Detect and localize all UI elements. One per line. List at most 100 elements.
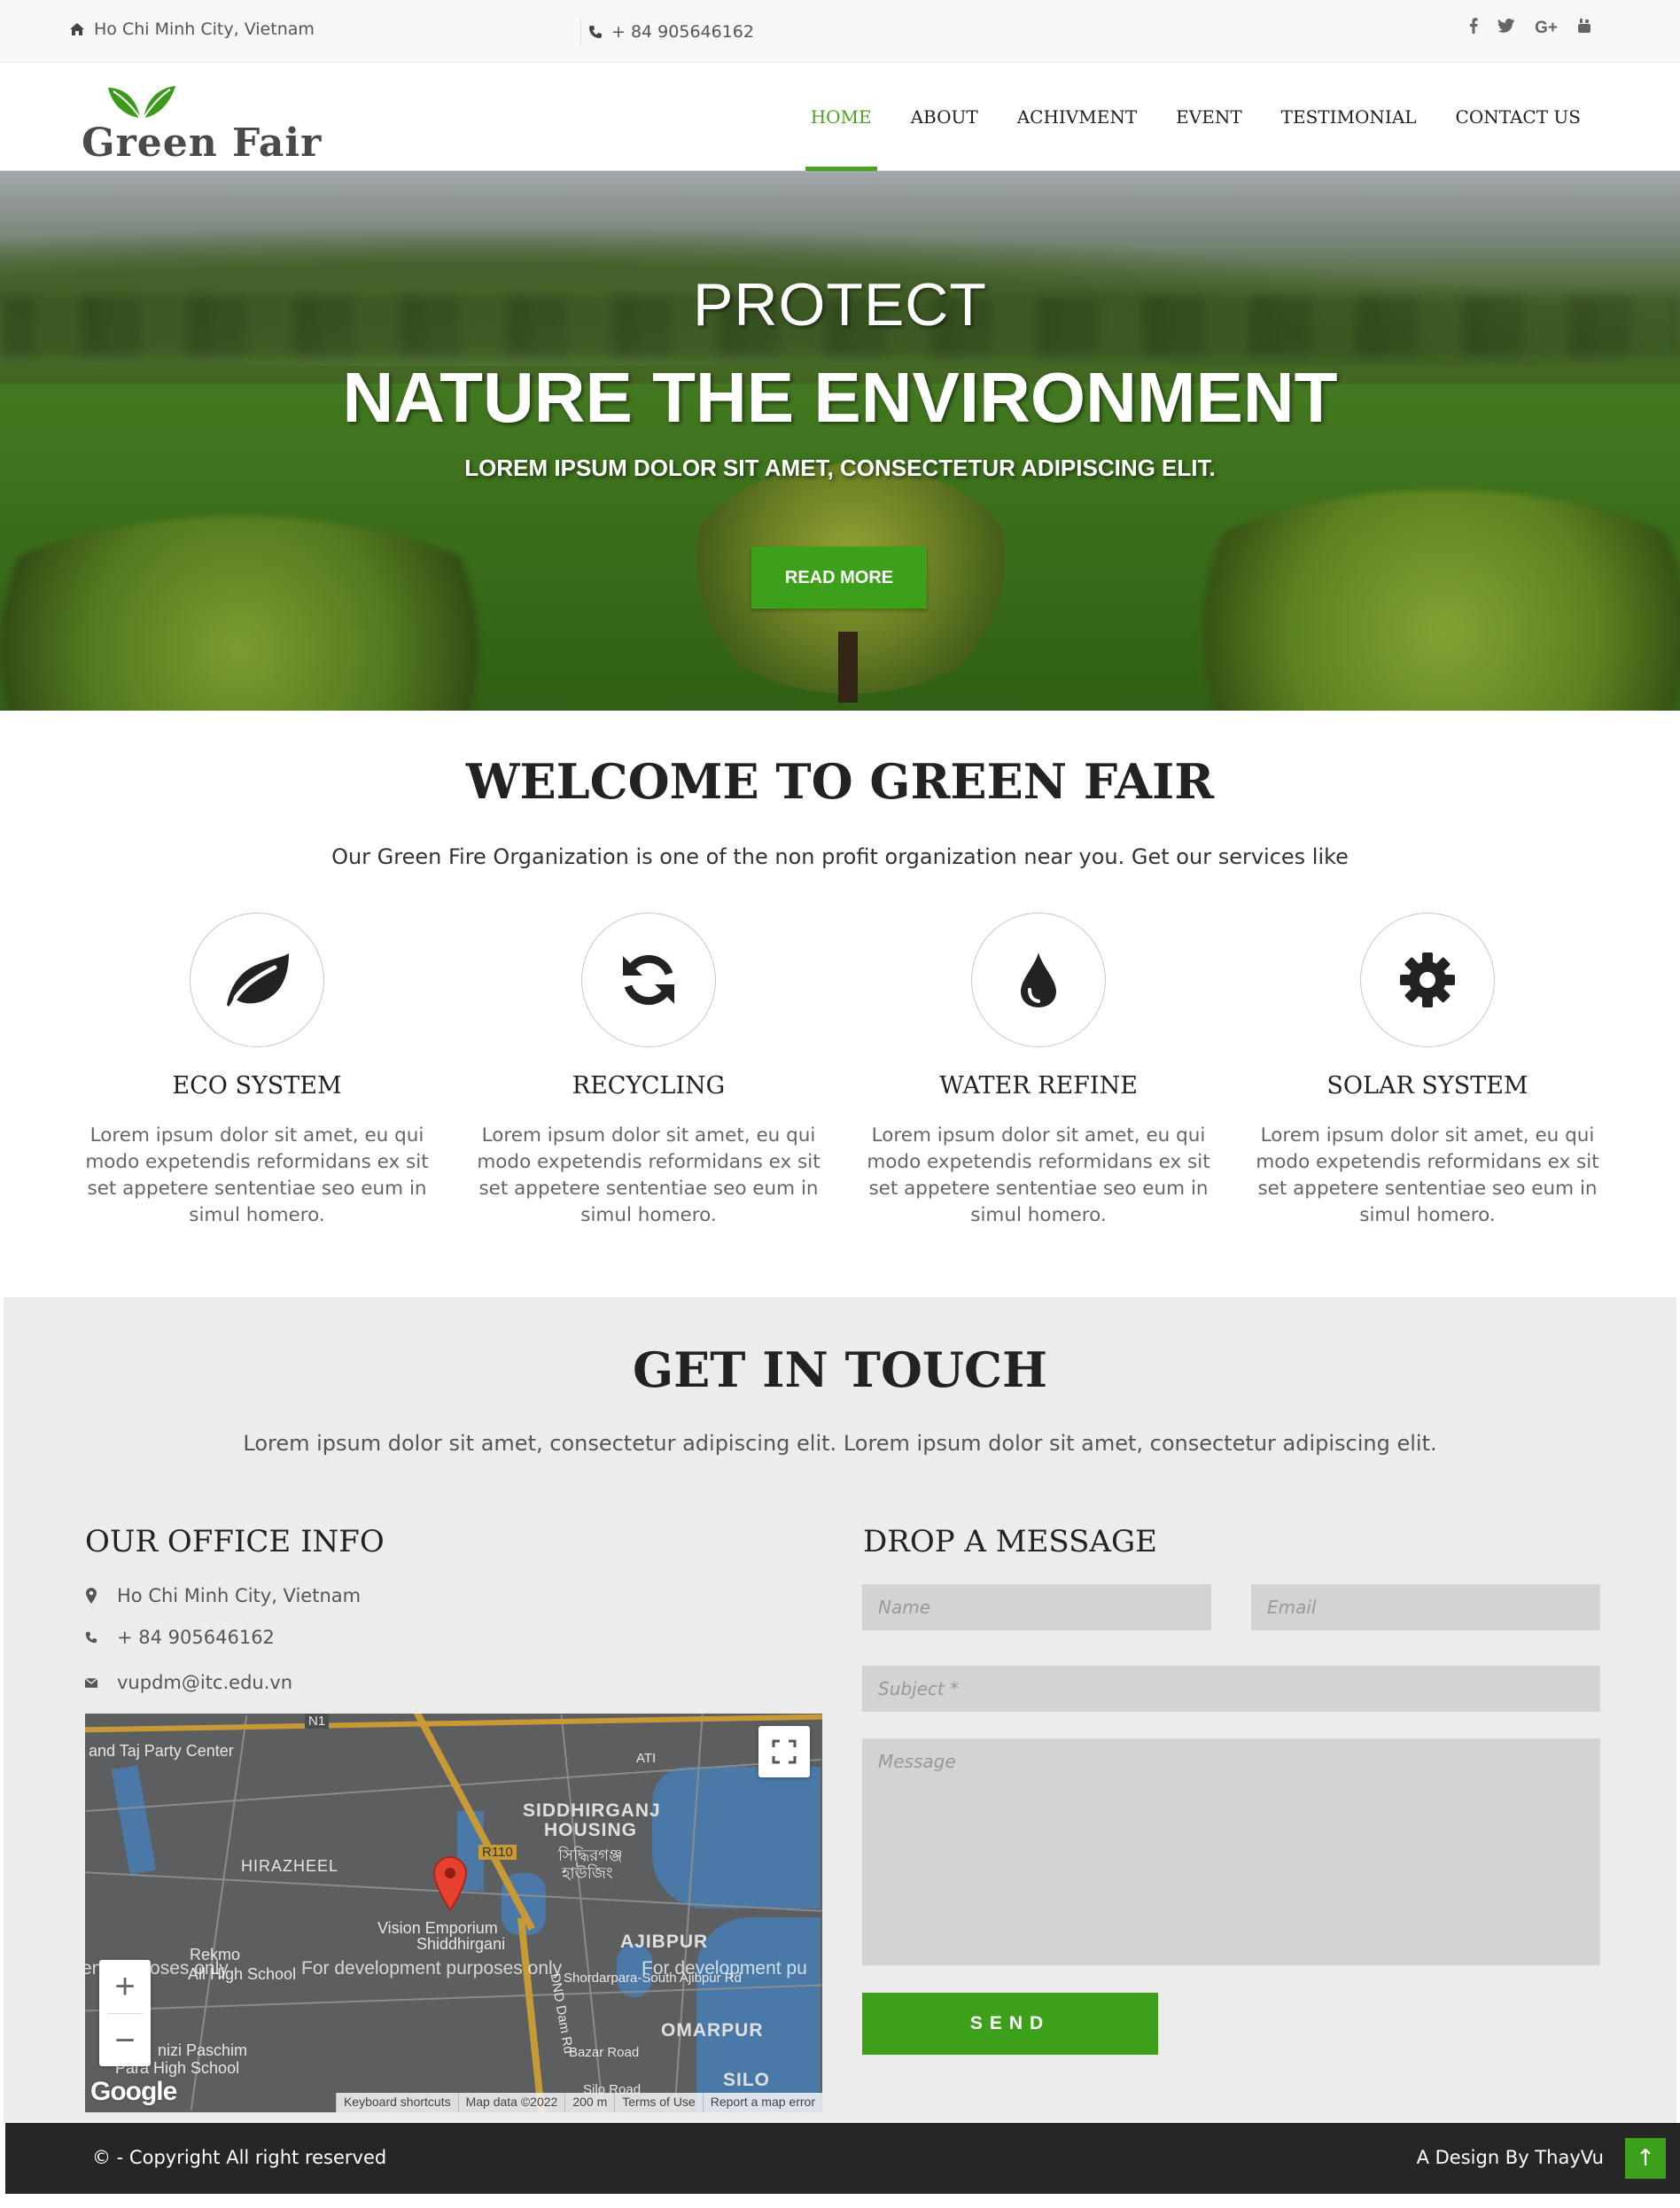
home-icon xyxy=(69,22,85,36)
report-error-link[interactable]: Report a map error xyxy=(702,2093,822,2112)
map-label: nizi Paschim xyxy=(158,2041,248,2059)
hero-subtitle: LOREM IPSUM DOLOR SIT AMET, CONSECTETUR … xyxy=(464,455,1216,481)
service-recycling: RECYCLING Lorem ipsum dolor sit amet, eu… xyxy=(463,913,835,1229)
copyright-text: © - Copyright All right reserved xyxy=(92,2147,387,2168)
service-water-refine: WATER REFINE Lorem ipsum dolor sit amet,… xyxy=(852,913,1225,1229)
zoom-controls: + − xyxy=(99,1960,151,2066)
service-title: RECYCLING xyxy=(572,1072,726,1100)
zoom-in-button[interactable]: + xyxy=(99,1960,151,2013)
welcome-description: Our Green Fire Organization is one of th… xyxy=(331,844,1349,869)
map-label: R110 xyxy=(478,1845,517,1860)
nav-about[interactable]: ABOUT xyxy=(891,63,998,171)
service-text: Lorem ipsum dolor sit amet, eu qui modo … xyxy=(85,1124,429,1226)
back-to-top-button[interactable]: ↑ xyxy=(1625,2138,1666,2179)
map-pin-icon[interactable] xyxy=(432,1855,468,1916)
phone-icon xyxy=(588,25,603,39)
office-email: vupdm@itc.edu.vn xyxy=(85,1672,292,1693)
subject-field[interactable]: Subject * xyxy=(862,1666,1600,1712)
leaf-icon xyxy=(227,953,289,1007)
nav-contact-us[interactable]: CONTACT US xyxy=(1436,63,1600,171)
service-title: WATER REFINE xyxy=(939,1072,1138,1100)
read-more-button[interactable]: READ MORE xyxy=(751,547,927,609)
hero-title-small: PROTECT xyxy=(693,271,987,338)
welcome-title: WELCOME TO GREEN FAIR xyxy=(465,753,1215,810)
map-label: AJIBPUR xyxy=(620,1932,709,1952)
main-nav: HOME ABOUT ACHIVMENT EVENT TESTIMONIAL C… xyxy=(791,63,1600,171)
fullscreen-button[interactable] xyxy=(758,1726,810,1777)
refresh-icon xyxy=(623,954,674,1006)
map-data-text: Map data ©2022 xyxy=(457,2093,565,2112)
top-phone-text: + 84 905646162 xyxy=(611,22,754,42)
water-drop-icon xyxy=(1021,952,1056,1007)
map-label: and Taj Party Center xyxy=(89,1742,234,1760)
footer: © - Copyright All right reserved A Desig… xyxy=(5,2123,1680,2194)
drop-message-title: DROP A MESSAGE xyxy=(863,1524,1157,1559)
map-label: SILO xyxy=(723,2070,771,2090)
top-bar: Ho Chi Minh City, Vietnam + 84 905646162… xyxy=(0,0,1680,63)
map-marker-icon xyxy=(85,1588,97,1604)
gear-icon xyxy=(1400,952,1455,1007)
map-label: HOUSING xyxy=(544,1820,638,1840)
office-address-text: Ho Chi Minh City, Vietnam xyxy=(117,1585,362,1606)
google-logo: Google xyxy=(90,2077,177,2106)
service-icon-circle[interactable] xyxy=(190,913,324,1047)
services: ECO SYSTEM Lorem ipsum dolor sit amet, e… xyxy=(71,913,1630,1249)
nav-testimonial[interactable]: TESTIMONIAL xyxy=(1262,63,1436,171)
contact-title: GET IN TOUCH xyxy=(633,1341,1047,1398)
map-label: Bazar Road xyxy=(569,2045,640,2060)
zoom-out-button[interactable]: − xyxy=(99,2014,151,2067)
name-field[interactable]: Name xyxy=(862,1584,1211,1630)
dev-notice: For development pu xyxy=(642,1958,807,1979)
service-solar-system: SOLAR SYSTEM Lorem ipsum dolor sit amet,… xyxy=(1241,913,1614,1229)
terms-link[interactable]: Terms of Use xyxy=(614,2093,702,2112)
google-plus-icon[interactable]: G+ xyxy=(1535,19,1558,38)
map-label: HIRAZHEEL xyxy=(241,1857,339,1875)
nav-home[interactable]: HOME xyxy=(791,63,891,171)
design-credit: A Design By ThayVu xyxy=(1416,2147,1604,2168)
service-text: Lorem ipsum dolor sit amet, eu qui modo … xyxy=(1256,1124,1599,1226)
hero-title-big: NATURE THE ENVIRONMENT xyxy=(342,358,1338,437)
twitter-icon[interactable] xyxy=(1497,19,1515,38)
nav-event[interactable]: EVENT xyxy=(1156,63,1261,171)
send-button[interactable]: SEND xyxy=(862,1993,1158,2055)
service-text: Lorem ipsum dolor sit amet, eu qui modo … xyxy=(867,1124,1210,1226)
keyboard-shortcuts-link[interactable]: Keyboard shortcuts xyxy=(335,2093,458,2112)
youtube-icon[interactable] xyxy=(1577,18,1591,39)
service-title: ECO SYSTEM xyxy=(172,1072,342,1100)
facebook-icon[interactable] xyxy=(1469,18,1478,39)
service-icon-circle[interactable] xyxy=(581,913,716,1047)
map-label: হাউজিং xyxy=(562,1864,613,1882)
message-field[interactable]: Message xyxy=(862,1738,1600,1965)
service-icon-circle[interactable] xyxy=(971,913,1106,1047)
map-label: SIDDHIRGANJ xyxy=(523,1800,661,1821)
leaf-logo-icon xyxy=(108,86,175,119)
site-header: Green Fair HOME ABOUT ACHIVMENT EVENT TE… xyxy=(0,63,1680,171)
map-label: ATI xyxy=(636,1751,657,1766)
service-text: Lorem ipsum dolor sit amet, eu qui modo … xyxy=(477,1124,821,1226)
office-address: Ho Chi Minh City, Vietnam xyxy=(85,1585,361,1606)
service-icon-circle[interactable] xyxy=(1360,913,1495,1047)
email-field[interactable]: Email xyxy=(1251,1584,1600,1630)
service-title: SOLAR SYSTEM xyxy=(1326,1072,1528,1100)
top-phone: + 84 905646162 xyxy=(580,19,754,44)
logo-text: Green Fair xyxy=(82,121,323,166)
hero-banner: PROTECT NATURE THE ENVIRONMENT LOREM IPS… xyxy=(0,171,1680,711)
nav-achivment[interactable]: ACHIVMENT xyxy=(998,63,1156,171)
top-address-text: Ho Chi Minh City, Vietnam xyxy=(94,19,315,39)
map-label: Shiddhirgani xyxy=(416,1935,506,1953)
map-label: OMARPUR xyxy=(661,2020,764,2041)
phone-icon xyxy=(85,1630,97,1644)
map-attribution: Keyboard shortcuts Map data ©2022 200 m … xyxy=(335,2093,822,2112)
fullscreen-icon xyxy=(772,1739,797,1764)
top-address: Ho Chi Minh City, Vietnam xyxy=(69,19,315,39)
office-phone: + 84 905646162 xyxy=(85,1627,275,1648)
office-info-title: OUR OFFICE INFO xyxy=(85,1524,385,1559)
office-phone-text: + 84 905646162 xyxy=(117,1627,275,1648)
map-scale: 200 m xyxy=(564,2093,614,2112)
contact-description: Lorem ipsum dolor sit amet, consectetur … xyxy=(243,1431,1437,1456)
office-map[interactable]: and Taj Party Center N1 ATI SIDDHIRGANJ … xyxy=(85,1714,822,2112)
service-eco-system: ECO SYSTEM Lorem ipsum dolor sit amet, e… xyxy=(71,913,443,1229)
logo[interactable]: Green Fair xyxy=(82,81,321,166)
office-email-text: vupdm@itc.edu.vn xyxy=(117,1672,293,1693)
social-links: G+ xyxy=(1469,18,1591,39)
